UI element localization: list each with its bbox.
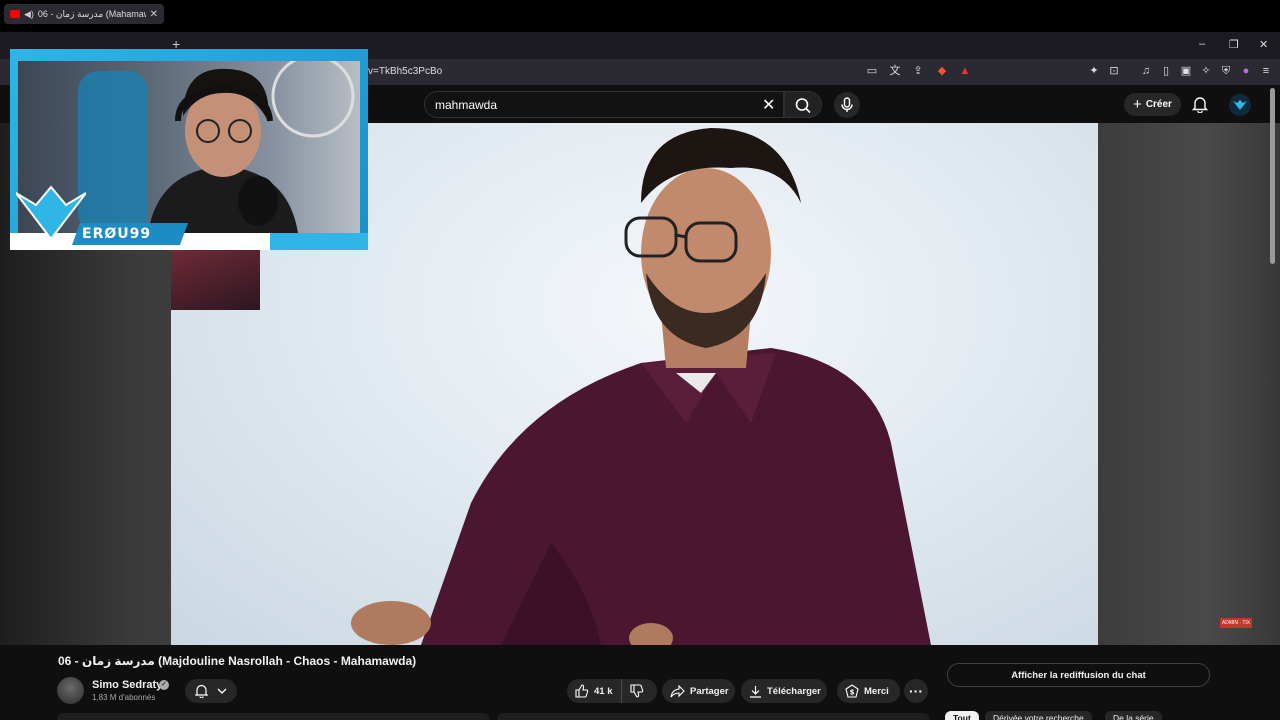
menu-icon[interactable]: ≡ <box>1259 64 1273 78</box>
tab-title: مدرسة زمان - 06 (Mahamawda) <box>37 8 146 19</box>
cast-icon[interactable]: ▭ <box>865 64 879 78</box>
restore-button[interactable]: ❐ <box>1229 38 1239 51</box>
youtube-favicon-icon <box>10 10 20 18</box>
chevron-down-icon <box>217 688 227 694</box>
streamer-name: ERØU99 <box>82 226 152 242</box>
sidebar-icon[interactable]: ▯ <box>1159 64 1173 78</box>
share-button[interactable]: Partager <box>662 679 735 703</box>
minimize-button[interactable]: – <box>1199 38 1205 50</box>
thumbs-down-icon <box>629 684 643 698</box>
like-dislike-group: 41 k <box>567 679 657 703</box>
description-box[interactable] <box>57 713 489 720</box>
super-thanks-icon: $ <box>845 684 859 698</box>
download-label: Télécharger <box>767 685 821 697</box>
brave-rewards-icon[interactable]: ▲ <box>958 64 972 78</box>
create-label: Créer <box>1145 99 1172 110</box>
search-icon <box>795 98 811 114</box>
close-window-button[interactable]: ✕ <box>1259 38 1268 51</box>
video-title: 06 - مدرسة زمان (Majdouline Nasrollah - … <box>58 654 417 668</box>
webcam-overlay: ERØU99 <box>10 49 368 250</box>
more-dots-icon: ··· <box>909 683 923 699</box>
thumbs-up-icon <box>575 684 589 698</box>
create-button[interactable]: + Créer <box>1124 93 1181 116</box>
more-actions-button[interactable]: ··· <box>904 679 928 703</box>
thanks-label: Merci <box>864 685 889 697</box>
extensions-icon[interactable]: ✦ <box>1087 64 1101 78</box>
search-button[interactable] <box>784 91 822 118</box>
video-right-pillar <box>1098 123 1280 645</box>
leo-ai-icon[interactable]: ✧ <box>1199 64 1213 78</box>
channel-avatar[interactable] <box>57 677 84 704</box>
chip-all[interactable]: Tout <box>945 711 979 720</box>
share-arrow-icon <box>670 684 685 697</box>
page-scrollbar[interactable] <box>1270 88 1275 264</box>
subscriber-count: 1,83 M d'abonnés <box>92 693 156 702</box>
like-button[interactable]: 41 k <box>567 679 622 703</box>
thanks-button[interactable]: $ Merci <box>837 679 900 703</box>
video-watermark: ADMIN · TIX <box>1220 618 1252 628</box>
microphone-icon <box>841 97 853 112</box>
media-icon[interactable]: ♫ <box>1139 64 1153 78</box>
notifications-bell-icon[interactable] <box>1192 95 1208 113</box>
screenshot-icon[interactable]: ⊡ <box>1107 64 1121 78</box>
address-bar-url[interactable]: v=TkBh5c3PcBo <box>368 66 442 77</box>
verified-check-icon: ✓ <box>159 680 169 690</box>
chip-series[interactable]: De la série <box>1105 711 1162 720</box>
share-page-icon[interactable]: ⇪ <box>911 64 925 78</box>
plus-icon: + <box>1133 96 1142 113</box>
profile-icon[interactable]: ● <box>1239 64 1253 78</box>
download-button[interactable]: Télécharger <box>741 679 827 703</box>
account-avatar[interactable] <box>1229 94 1251 116</box>
like-count: 41 k <box>594 685 613 697</box>
voice-search-button[interactable] <box>834 92 860 118</box>
top-letterbox <box>0 0 1280 32</box>
wallet-icon[interactable]: ▣ <box>1179 64 1193 78</box>
download-icon <box>750 685 761 698</box>
dislike-button[interactable] <box>622 679 649 703</box>
speaker-icon[interactable]: ◀) <box>24 9 34 20</box>
webcam-accent-band <box>270 233 368 250</box>
vpn-icon[interactable]: ⛨ <box>1219 64 1233 78</box>
tab-close-icon[interactable]: ✕ <box>150 9 158 20</box>
show-chat-replay-button[interactable]: Afficher la rediffusion du chat <box>947 663 1210 687</box>
brave-shields-icon[interactable]: ◆ <box>935 64 949 78</box>
share-label: Partager <box>690 685 729 697</box>
channel-name[interactable]: Simo Sedraty <box>92 679 162 691</box>
translate-icon[interactable]: 文 <box>888 64 902 78</box>
search-input[interactable]: mahmawda <box>424 91 784 118</box>
clear-search-icon[interactable]: ✕ <box>762 95 775 115</box>
subscription-bell-button[interactable] <box>185 679 237 703</box>
bell-icon <box>195 684 209 698</box>
chip-search-related[interactable]: Dérivée votre recherche <box>985 711 1092 720</box>
comments-box[interactable] <box>497 713 929 720</box>
svg-text:$: $ <box>850 689 855 697</box>
browser-tab[interactable]: ◀) مدرسة زمان - 06 (Mahamawda) ✕ <box>4 4 164 24</box>
